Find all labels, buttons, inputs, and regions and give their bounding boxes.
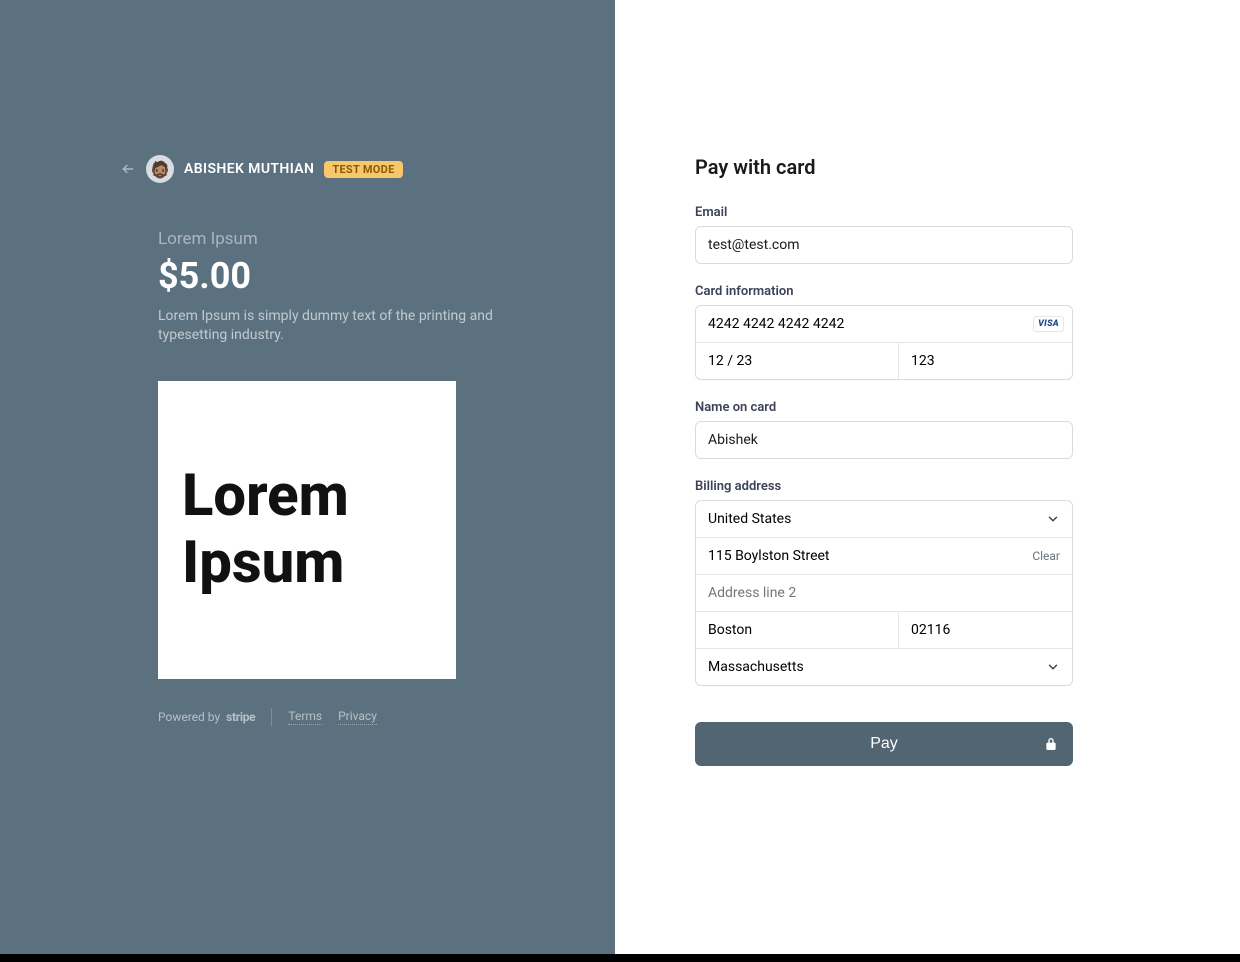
postal-code-input[interactable] xyxy=(899,612,1073,648)
clear-address-button[interactable]: Clear xyxy=(1032,549,1060,563)
footer: Powered by stripe Terms Privacy xyxy=(158,708,377,726)
product-title: Lorem Ipsum xyxy=(158,229,615,249)
privacy-link[interactable]: Privacy xyxy=(338,709,377,725)
email-label: Email xyxy=(695,205,1073,220)
city-input[interactable] xyxy=(696,612,899,648)
pay-button-label: Pay xyxy=(870,735,898,753)
address-line2-input[interactable] xyxy=(696,575,1072,611)
summary-panel: 🧔🏽 ABISHEK MUTHIAN TEST MODE Lorem Ipsum… xyxy=(0,0,615,954)
email-input[interactable] xyxy=(695,226,1073,264)
back-arrow-icon[interactable] xyxy=(120,161,136,177)
name-on-card-label: Name on card xyxy=(695,400,1073,415)
test-mode-badge: TEST MODE xyxy=(324,161,402,178)
card-info-label: Card information xyxy=(695,284,1073,299)
billing-address-label: Billing address xyxy=(695,479,1073,494)
card-number-input[interactable] xyxy=(696,306,1033,342)
card-cvc-input[interactable] xyxy=(899,343,1073,379)
footer-divider xyxy=(271,708,272,726)
form-heading: Pay with card xyxy=(695,155,1073,179)
billing-address-group: Clear xyxy=(695,500,1073,686)
merchant-row: 🧔🏽 ABISHEK MUTHIAN TEST MODE xyxy=(120,155,615,183)
product-image: Lorem Ipsum xyxy=(158,381,456,679)
card-info-group: VISA xyxy=(695,305,1073,380)
payment-form: Pay with card Email Card information VIS… xyxy=(695,155,1073,766)
product-price: $5.00 xyxy=(158,255,615,297)
card-brand-icon: VISA xyxy=(1033,316,1064,332)
powered-by-label: Powered by xyxy=(158,710,220,724)
powered-by: Powered by stripe xyxy=(158,710,255,724)
name-on-card-input[interactable] xyxy=(695,421,1073,459)
country-select[interactable] xyxy=(696,501,1072,537)
payment-panel: Pay with card Email Card information VIS… xyxy=(615,0,1240,954)
merchant-name: ABISHEK MUTHIAN xyxy=(184,161,314,177)
stripe-logo: stripe xyxy=(226,710,255,724)
product-description: Lorem Ipsum is simply dummy text of the … xyxy=(158,307,518,345)
lock-icon xyxy=(1043,736,1059,752)
pay-button[interactable]: Pay xyxy=(695,722,1073,766)
state-select[interactable] xyxy=(696,649,1072,685)
card-expiry-input[interactable] xyxy=(696,343,899,379)
terms-link[interactable]: Terms xyxy=(288,709,322,725)
window-bottom-bar xyxy=(0,954,1240,962)
address-line1-input[interactable] xyxy=(696,538,1032,574)
merchant-avatar: 🧔🏽 xyxy=(146,155,174,183)
product-image-placeholder-text: Lorem Ipsum xyxy=(182,463,432,596)
